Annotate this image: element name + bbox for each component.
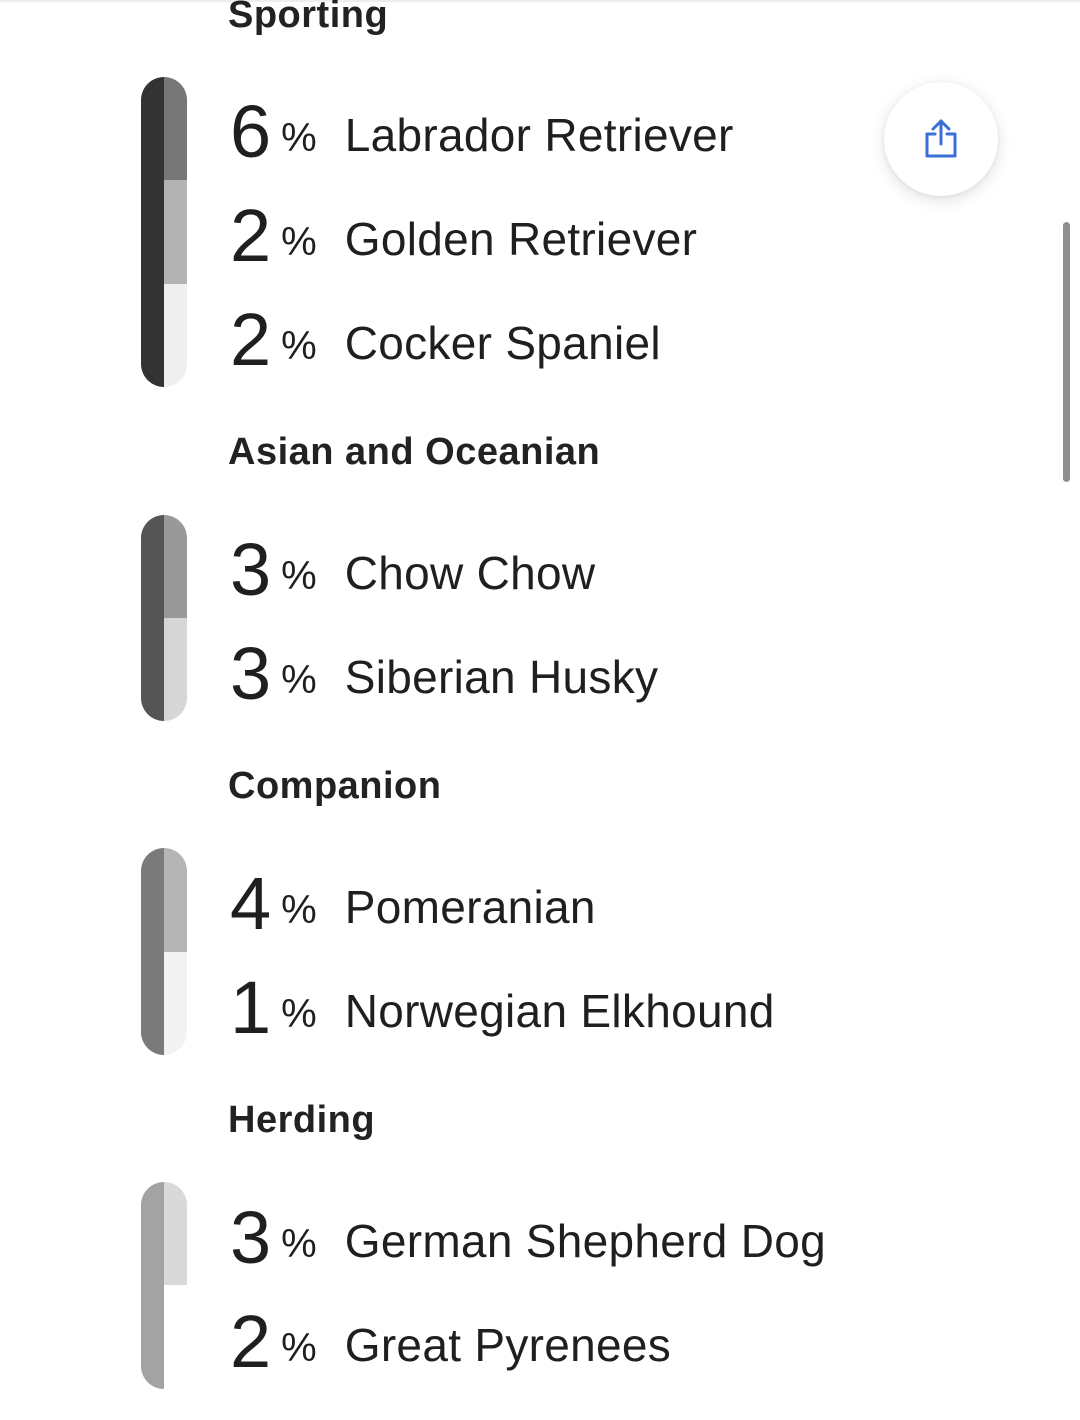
percent-sign: % <box>281 553 317 598</box>
breed-row-cocker-spaniel[interactable]: 2 % Cocker Spaniel <box>230 288 661 392</box>
bar-segment-siberian-husky <box>164 618 187 721</box>
share-icon <box>925 119 957 158</box>
breed-name: Golden Retriever <box>344 213 698 265</box>
bar-segment-great-pyrenees <box>164 1285 187 1389</box>
percent-sign: % <box>281 219 317 264</box>
breed-percent: 2 <box>230 1300 272 1383</box>
percent-sign: % <box>281 887 317 932</box>
breed-name: Norwegian Elkhound <box>344 985 775 1037</box>
breed-row-siberian-husky[interactable]: 3 % Siberian Husky <box>230 622 658 726</box>
percent-sign: % <box>281 991 317 1036</box>
breed-name: Chow Chow <box>344 547 596 599</box>
breed-name: Siberian Husky <box>344 651 659 703</box>
percent-sign: % <box>281 115 317 160</box>
bar-segment-labrador-retriever <box>164 77 187 180</box>
breed-name: Cocker Spaniel <box>344 317 661 369</box>
breed-percent: 2 <box>230 194 272 277</box>
bar-segment-norwegian-elkhound <box>164 952 187 1055</box>
bar-segment-cocker-spaniel <box>164 284 187 387</box>
breed-row-great-pyrenees[interactable]: 2 % Great Pyrenees <box>230 1290 671 1394</box>
breed-name: Great Pyrenees <box>344 1319 672 1371</box>
breed-percent: 3 <box>230 632 272 715</box>
breed-percent: 3 <box>230 528 272 611</box>
breed-name: German Shepherd Dog <box>344 1215 827 1267</box>
breed-breakdown-page: Sporting 6 % Labrador Retriever 2 % Gold… <box>0 0 1080 1420</box>
breed-name: Labrador Retriever <box>344 109 734 161</box>
bar-segment-chow-chow <box>164 515 187 618</box>
percent-sign: % <box>281 1325 317 1370</box>
group-bar-base <box>141 1182 164 1389</box>
breed-row-norwegian-elkhound[interactable]: 1 % Norwegian Elkhound <box>230 956 775 1060</box>
breed-row-labrador-retriever[interactable]: 6 % Labrador Retriever <box>230 80 734 184</box>
breed-row-chow-chow[interactable]: 3 % Chow Chow <box>230 518 595 622</box>
top-divider <box>0 0 1080 2</box>
group-title-companion: Companion <box>228 765 442 807</box>
bar-segment-golden-retriever <box>164 180 187 284</box>
breed-row-pomeranian[interactable]: 4 % Pomeranian <box>230 852 596 956</box>
percent-sign: % <box>281 1221 317 1266</box>
group-bar-companion <box>141 848 187 1055</box>
scrollbar-thumb[interactable] <box>1063 222 1070 482</box>
percent-sign: % <box>281 657 317 702</box>
percent-sign: % <box>281 323 317 368</box>
group-bar-asian-and-oceanian <box>141 515 187 721</box>
group-title-sporting: Sporting <box>228 0 389 36</box>
breed-percent: 3 <box>230 1196 272 1279</box>
group-bar-base <box>141 515 164 721</box>
breed-percent: 6 <box>230 90 272 173</box>
bar-segment-pomeranian <box>164 848 187 952</box>
breed-percent: 2 <box>230 298 272 381</box>
bar-segment-german-shepherd-dog <box>164 1182 187 1285</box>
group-title-asian-and-oceanian: Asian and Oceanian <box>228 431 601 473</box>
breed-percent: 4 <box>230 862 272 945</box>
breed-name: Pomeranian <box>344 881 596 933</box>
breed-row-german-shepherd-dog[interactable]: 3 % German Shepherd Dog <box>230 1186 826 1290</box>
share-button[interactable] <box>884 82 998 196</box>
group-bar-sporting <box>141 77 187 387</box>
group-title-herding: Herding <box>228 1099 376 1141</box>
group-bar-base <box>141 77 164 387</box>
group-bar-herding <box>141 1182 187 1389</box>
breed-percent: 1 <box>230 966 272 1049</box>
breed-row-golden-retriever[interactable]: 2 % Golden Retriever <box>230 184 697 288</box>
group-bar-base <box>141 848 164 1055</box>
